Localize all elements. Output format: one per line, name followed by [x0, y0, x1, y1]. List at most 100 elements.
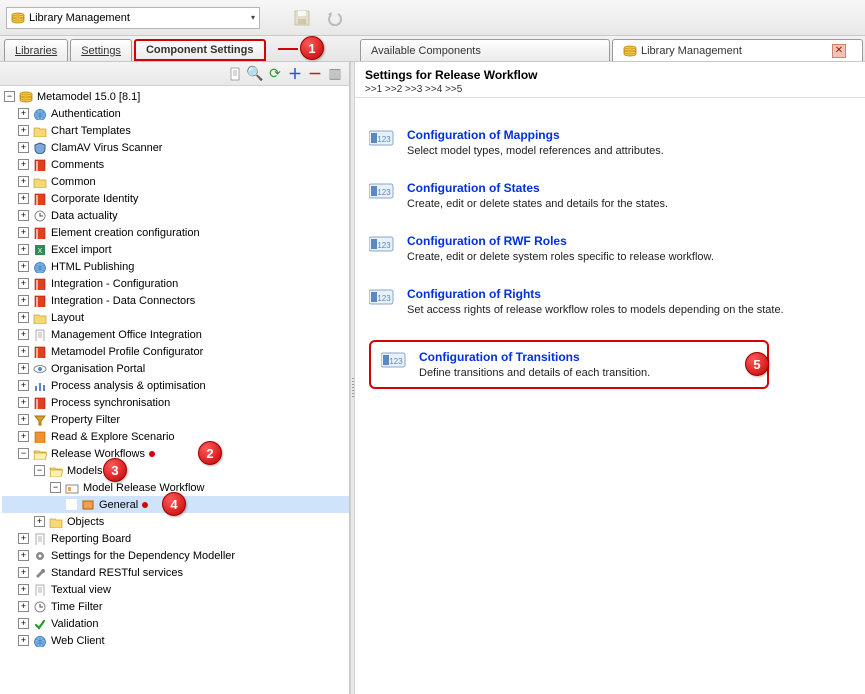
- tree-label: Textual view: [51, 584, 111, 596]
- expand-icon[interactable]: +: [18, 635, 29, 646]
- expand-icon[interactable]: +: [18, 346, 29, 357]
- tab-component-settings[interactable]: Component Settings: [134, 39, 266, 61]
- tree-item[interactable]: +XExcel import: [2, 241, 349, 258]
- eye-icon: [32, 362, 48, 376]
- tree-item[interactable]: +Process analysis & optimisation: [2, 377, 349, 394]
- tree-item[interactable]: +HTML Publishing: [2, 258, 349, 275]
- tab-library-management[interactable]: Library Management ✕: [612, 39, 863, 61]
- undo-button[interactable]: [322, 6, 346, 30]
- tree-item[interactable]: +Common: [2, 173, 349, 190]
- tree-label: Layout: [51, 312, 84, 324]
- tree-item-release-workflows[interactable]: − Release Workflows 2: [2, 445, 349, 462]
- expand-icon[interactable]: +: [18, 329, 29, 340]
- expand-icon[interactable]: +: [18, 414, 29, 425]
- tree-label: Data actuality: [51, 210, 118, 222]
- collapse-icon[interactable]: −: [50, 482, 61, 493]
- splitter[interactable]: [350, 62, 355, 694]
- expand-icon[interactable]: +: [34, 516, 45, 527]
- filter-button[interactable]: [227, 66, 243, 82]
- library-dropdown[interactable]: Library Management ▾: [6, 7, 260, 29]
- tree-item[interactable]: + Metamodel Profile Configurator: [2, 343, 349, 360]
- expand-icon[interactable]: +: [18, 380, 29, 391]
- tree-item[interactable]: +Management Office Integration: [2, 326, 349, 343]
- expand-icon[interactable]: +: [18, 295, 29, 306]
- tree-item[interactable]: +ClamAV Virus Scanner: [2, 139, 349, 156]
- save-button[interactable]: [290, 6, 314, 30]
- tree-item[interactable]: +Validation: [2, 615, 349, 632]
- expand-icon[interactable]: +: [18, 363, 29, 374]
- config-link[interactable]: Configuration of Transitions: [419, 350, 650, 364]
- expand-icon[interactable]: +: [18, 584, 29, 595]
- expand-icon[interactable]: +: [18, 176, 29, 187]
- book-red-icon: [32, 345, 48, 359]
- collapse-icon[interactable]: −: [4, 91, 15, 102]
- tab-available-components[interactable]: Available Components: [360, 39, 610, 61]
- tree-item[interactable]: +Integration - Configuration: [2, 275, 349, 292]
- expand-icon[interactable]: +: [18, 244, 29, 255]
- config-item: Configuration of Rights Set access rights…: [369, 287, 851, 316]
- expand-icon[interactable]: +: [18, 601, 29, 612]
- expand-icon[interactable]: +: [18, 159, 29, 170]
- tree-item-models[interactable]: − Models 3: [2, 462, 349, 479]
- tree-item-general[interactable]: General 4: [2, 496, 349, 513]
- search-button[interactable]: 🔍: [247, 66, 263, 82]
- add-button[interactable]: ＋: [287, 66, 303, 82]
- close-tab-button[interactable]: ✕: [832, 44, 846, 58]
- tree-item[interactable]: +Read & Explore Scenario: [2, 428, 349, 445]
- callout-1: 1: [300, 36, 324, 60]
- expand-icon[interactable]: +: [18, 431, 29, 442]
- tree-label: Objects: [67, 516, 104, 528]
- expand-icon[interactable]: +: [18, 227, 29, 238]
- config-desc: Set access rights of release workflow ro…: [407, 304, 784, 316]
- remove-button[interactable]: －: [307, 66, 323, 82]
- refresh-button[interactable]: ⟳: [267, 66, 283, 82]
- expand-icon[interactable]: +: [18, 618, 29, 629]
- folder-open-icon: [32, 447, 48, 461]
- tree-item[interactable]: + Standard RESTful services: [2, 564, 349, 581]
- tree-label: Standard RESTful services: [51, 567, 183, 579]
- expand-icon[interactable]: +: [18, 533, 29, 544]
- config-link[interactable]: Configuration of RWF Roles: [407, 234, 714, 248]
- config-link[interactable]: Configuration of States: [407, 181, 668, 195]
- tree-label: Metamodel Profile Configurator: [51, 346, 203, 358]
- expand-icon[interactable]: +: [18, 550, 29, 561]
- tree-item[interactable]: +Comments: [2, 156, 349, 173]
- expand-icon[interactable]: +: [18, 278, 29, 289]
- expand-icon[interactable]: +: [18, 108, 29, 119]
- tree-item[interactable]: + Layout: [2, 309, 349, 326]
- tree-item[interactable]: +Organisation Portal: [2, 360, 349, 377]
- expand-icon[interactable]: +: [18, 567, 29, 578]
- tree-item[interactable]: +Authentication: [2, 105, 349, 122]
- tree-item[interactable]: +Element creation configuration: [2, 224, 349, 241]
- tree-item[interactable]: + Data actuality: [2, 207, 349, 224]
- tree-item[interactable]: +Time Filter: [2, 598, 349, 615]
- collapse-icon[interactable]: −: [18, 448, 29, 459]
- tab-settings[interactable]: Settings: [70, 39, 132, 61]
- config-link[interactable]: Configuration of Mappings: [407, 128, 664, 142]
- tree-item[interactable]: + Textual view: [2, 581, 349, 598]
- tree-item[interactable]: +Web Client: [2, 632, 349, 649]
- expand-icon[interactable]: +: [18, 210, 29, 221]
- folder-icon: [32, 311, 48, 325]
- collapse-icon[interactable]: −: [34, 465, 45, 476]
- tab-libraries[interactable]: Libraries: [4, 39, 68, 61]
- tree-root[interactable]: − Metamodel 15.0 [8.1]: [2, 88, 349, 105]
- tree-item[interactable]: +Integration - Data Connectors: [2, 292, 349, 309]
- tree-item[interactable]: +Settings for the Dependency Modeller: [2, 547, 349, 564]
- menu-button[interactable]: ▥: [327, 66, 343, 82]
- expand-icon[interactable]: +: [18, 397, 29, 408]
- tree-item[interactable]: +Reporting Board: [2, 530, 349, 547]
- tree-item[interactable]: +Chart Templates: [2, 122, 349, 139]
- expand-icon[interactable]: +: [18, 261, 29, 272]
- tree-item[interactable]: +Property Filter: [2, 411, 349, 428]
- tree-item[interactable]: +Process synchronisation: [2, 394, 349, 411]
- tree-item[interactable]: +Corporate Identity: [2, 190, 349, 207]
- expand-icon[interactable]: +: [18, 312, 29, 323]
- book-red-icon: [32, 277, 48, 291]
- tree[interactable]: − Metamodel 15.0 [8.1] +Authentication+C…: [0, 86, 349, 694]
- expand-icon[interactable]: +: [18, 125, 29, 136]
- config-link[interactable]: Configuration of Rights: [407, 287, 784, 301]
- expand-icon[interactable]: +: [18, 193, 29, 204]
- expand-icon[interactable]: +: [18, 142, 29, 153]
- book-orange-icon: [32, 430, 48, 444]
